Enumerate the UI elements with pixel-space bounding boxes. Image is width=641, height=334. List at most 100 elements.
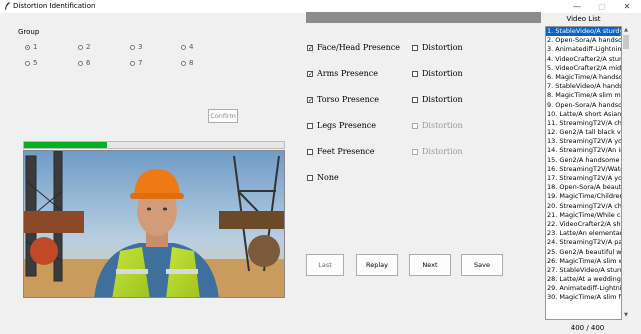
video-list-item[interactable]: 18. Open-Sora/A beautif xyxy=(546,183,621,192)
replay-button[interactable]: Replay xyxy=(356,254,398,276)
distortion-checkbox[interactable]: Distortion xyxy=(412,147,463,156)
minimize-button[interactable]: — xyxy=(565,0,589,13)
radio-circle-icon[interactable] xyxy=(130,60,135,66)
video-list-item[interactable]: 28. Latte/At a wedding, : xyxy=(546,275,621,284)
video-list-item[interactable]: 3. Animatediff-Lightning xyxy=(546,45,621,54)
group-radio-2[interactable]: 2 xyxy=(78,43,90,51)
none-label: None xyxy=(317,173,339,182)
video-list-item[interactable]: 15. Gen2/A handsome m xyxy=(546,156,621,165)
video-list-item[interactable]: 1. StableVideo/A sturdy xyxy=(546,27,621,37)
video-list-item[interactable]: 29. Animatediff-Lightning xyxy=(546,284,621,293)
radio-circle-icon[interactable] xyxy=(181,60,186,66)
radio-circle-icon[interactable] xyxy=(181,44,186,50)
presence-checkbox-box[interactable]: ✓ xyxy=(307,70,313,77)
video-list-item[interactable]: 23. Latte/An elementary xyxy=(546,229,621,238)
distortion-checkbox[interactable]: Distortion xyxy=(412,121,463,130)
save-button[interactable]: Save xyxy=(461,254,503,276)
group-radio-label: 4 xyxy=(189,43,194,51)
video-list-item[interactable]: 6. MagicTime/A handsc xyxy=(546,73,621,82)
group-radio-4[interactable]: 4 xyxy=(181,43,193,51)
video-list-item[interactable]: 2. Open-Sora/A handso xyxy=(546,36,621,45)
group-radio-label: 3 xyxy=(138,43,143,51)
group-radio-label: 7 xyxy=(138,59,143,67)
status-bar xyxy=(306,12,541,23)
presence-checkbox[interactable]: Feet Presence xyxy=(307,147,375,156)
presence-label: Feet Presence xyxy=(317,147,375,156)
presence-checkbox-box[interactable] xyxy=(307,122,313,129)
video-list-scrollbar[interactable]: ▲ ▼ xyxy=(622,26,630,320)
video-counter: 400 / 400 xyxy=(570,324,605,332)
video-list-item[interactable]: 22. VideoCrafter2/A sho xyxy=(546,220,621,229)
video-list-item[interactable]: 30. MagicTime/A slim fe xyxy=(546,293,621,302)
video-list-item[interactable]: 14. StreamingT2V/An inc xyxy=(546,146,621,155)
group-radio-label: 8 xyxy=(189,59,194,67)
radio-circle-icon[interactable] xyxy=(78,44,83,50)
group-radio-5[interactable]: 5 xyxy=(25,59,37,67)
video-list-item[interactable]: 13. StreamingT2V/A you xyxy=(546,137,621,146)
next-button[interactable]: Next xyxy=(409,254,451,276)
presence-checkbox[interactable]: ✓ Arms Presence xyxy=(307,69,378,78)
presence-label: Face/Head Presence xyxy=(317,43,400,52)
last-button[interactable]: Last xyxy=(306,254,344,276)
distortion-checkbox-box[interactable] xyxy=(412,44,418,51)
close-button[interactable]: ✕ xyxy=(615,0,639,13)
presence-checkbox[interactable]: ✓ Torso Presence xyxy=(307,95,379,104)
video-list-item[interactable]: 8. MagicTime/A slim ma xyxy=(546,91,621,100)
video-list-item[interactable]: 10. Latte/A short Asian f xyxy=(546,110,621,119)
video-list-item[interactable]: 19. MagicTime/Children xyxy=(546,192,621,201)
group-radio-label: 6 xyxy=(86,59,91,67)
group-radio-6[interactable]: 6 xyxy=(78,59,90,67)
presence-checkbox-box[interactable] xyxy=(307,148,313,155)
video-list-item[interactable]: 12. Gen2/A tall black vol xyxy=(546,128,621,137)
video-list-title: Video List xyxy=(566,15,601,23)
distortion-checkbox[interactable]: Distortion xyxy=(412,43,463,52)
none-checkbox[interactable]: None xyxy=(307,173,339,182)
scroll-up-icon[interactable]: ▲ xyxy=(623,27,629,33)
presence-label: Arms Presence xyxy=(317,69,378,78)
video-list-item[interactable]: 24. StreamingT2V/A par xyxy=(546,238,621,247)
radio-circle-icon[interactable] xyxy=(130,44,135,50)
group-radio-7[interactable]: 7 xyxy=(130,59,142,67)
presence-checkbox[interactable]: ✓ Face/Head Presence xyxy=(307,43,400,52)
scroll-down-icon[interactable]: ▼ xyxy=(623,312,629,318)
distortion-checkbox-box[interactable] xyxy=(412,70,418,77)
progress-bar xyxy=(23,141,285,149)
video-list-item[interactable]: 11. StreamingT2V/A chil xyxy=(546,119,621,128)
confirm-button[interactable]: Confirm xyxy=(208,109,238,123)
maximize-button[interactable]: □ xyxy=(590,0,614,13)
video-list-item[interactable]: 26. MagicTime/A slim wl xyxy=(546,257,621,266)
distortion-checkbox[interactable]: Distortion xyxy=(412,95,463,104)
video-list-item[interactable]: 5. VideoCrafter2/A midc xyxy=(546,64,621,73)
video-frame xyxy=(23,150,285,298)
distortion-checkbox-box[interactable] xyxy=(412,96,418,103)
group-radio-label: 1 xyxy=(33,43,38,51)
scroll-thumb[interactable] xyxy=(623,35,629,49)
video-list[interactable]: 1. StableVideo/A sturdy 2. Open-Sora/A ha… xyxy=(545,26,622,320)
group-radio-8[interactable]: 8 xyxy=(181,59,193,67)
none-checkbox-box[interactable] xyxy=(307,174,313,181)
video-list-item[interactable]: 21. MagicTime/While ca xyxy=(546,211,621,220)
video-list-item[interactable]: 17. StreamingT2V/A you xyxy=(546,174,621,183)
video-list-item[interactable]: 4. VideoCrafter2/A sturd xyxy=(546,55,621,64)
distortion-checkbox-box[interactable] xyxy=(412,122,418,129)
feather-icon xyxy=(5,2,10,10)
distortion-label: Distortion xyxy=(422,95,463,104)
presence-checkbox[interactable]: Legs Presence xyxy=(307,121,376,130)
video-list-item[interactable]: 20. StreamingT2V/A chil xyxy=(546,202,621,211)
group-radio-3[interactable]: 3 xyxy=(130,43,142,51)
video-list-item[interactable]: 7. StableVideo/A handso xyxy=(546,82,621,91)
video-list-item[interactable]: 27. StableVideo/A sturdy xyxy=(546,266,621,275)
group-radio-1[interactable]: 1 xyxy=(25,43,37,51)
radio-circle-icon[interactable] xyxy=(25,60,30,66)
presence-checkbox-box[interactable]: ✓ xyxy=(307,44,313,51)
video-list-item[interactable]: 9. Open-Sora/A handso xyxy=(546,101,621,110)
video-list-item[interactable]: 25. Gen2/A beautiful whi xyxy=(546,248,621,257)
progress-fill xyxy=(24,142,108,148)
distortion-checkbox-box[interactable] xyxy=(412,148,418,155)
radio-circle-icon[interactable] xyxy=(78,60,83,66)
distortion-label: Distortion xyxy=(422,147,463,156)
video-list-item[interactable]: 16. StreamingT2V/Watch xyxy=(546,165,621,174)
distortion-checkbox[interactable]: Distortion xyxy=(412,69,463,78)
presence-checkbox-box[interactable]: ✓ xyxy=(307,96,313,103)
radio-circle-icon[interactable] xyxy=(25,44,30,50)
